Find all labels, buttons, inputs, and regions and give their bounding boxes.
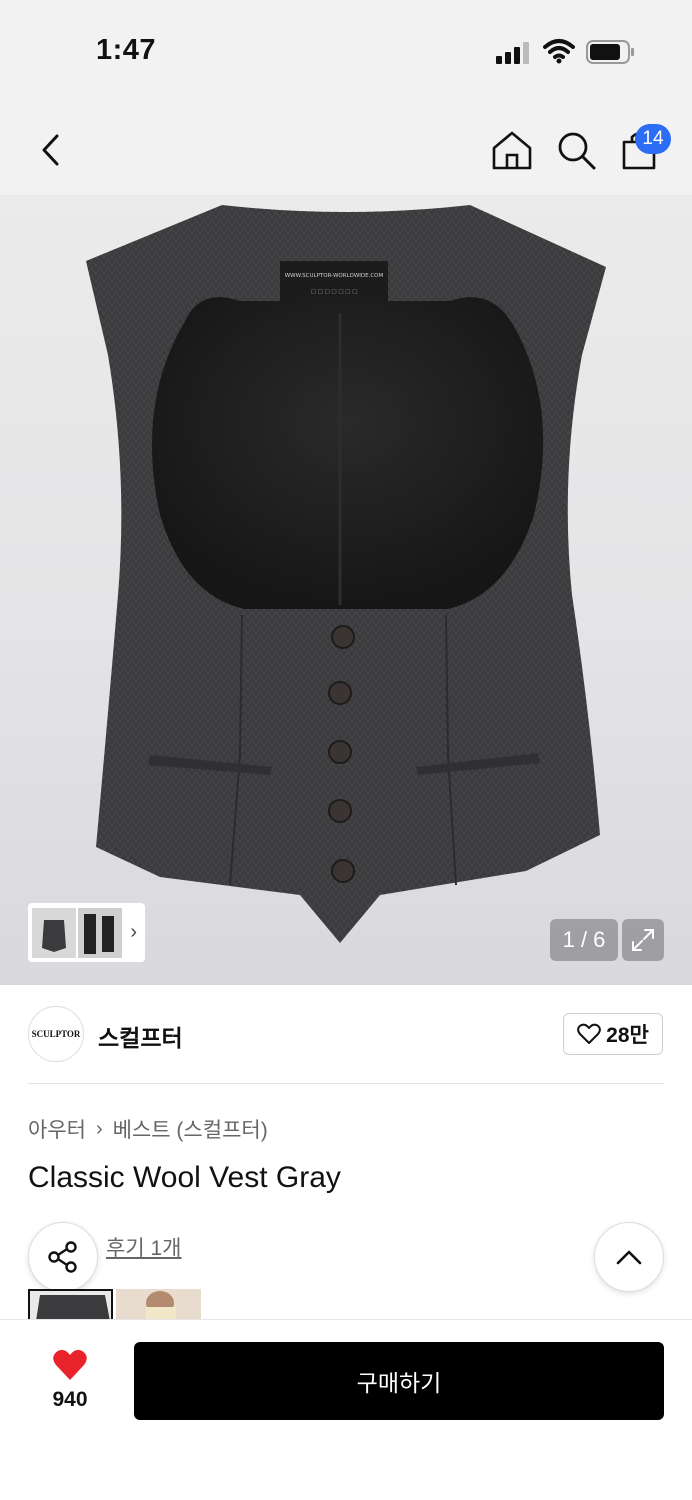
breadcrumb: 아우터 › 베스트 (스컬프터) [28, 1114, 268, 1144]
chevron-up-icon [616, 1250, 642, 1265]
like-count: 940 [52, 1388, 88, 1411]
chevron-right-icon: › [95, 1117, 103, 1140]
heart-filled-icon[interactable] [52, 1348, 88, 1382]
status-time: 1:47 [96, 34, 157, 66]
color-option-thumbnail[interactable] [28, 1289, 113, 1319]
review-link[interactable]: 후기 1개 [106, 1232, 181, 1262]
brand-row[interactable]: SCULPTOR 스컬프터 28만 [0, 985, 692, 1085]
expand-icon [632, 929, 654, 951]
share-icon [48, 1241, 77, 1273]
gallery-thumbnail[interactable] [78, 907, 122, 958]
top-navigation [0, 100, 692, 195]
gallery-thumbnail[interactable] [32, 907, 76, 958]
product-image: WWW.SCULPTOR-WORLDWIDE.COM □ □ □ □ □ □ □ [86, 205, 606, 943]
image-counter: 1 / 6 [550, 919, 618, 961]
breadcrumb-subcategory[interactable]: 베스트 (스컬프터) [113, 1114, 268, 1144]
battery-icon [586, 40, 634, 64]
brand-like-button[interactable]: 28만 [563, 1013, 663, 1055]
gallery-thumbnail-strip[interactable]: › [28, 903, 145, 962]
search-icon[interactable] [554, 128, 598, 172]
home-icon[interactable] [490, 128, 534, 172]
signal-icon [496, 42, 529, 64]
brand-like-count: 28만 [606, 1024, 649, 1047]
scroll-to-top-button[interactable] [594, 1222, 664, 1292]
share-button[interactable] [28, 1222, 98, 1292]
divider [28, 1083, 664, 1084]
product-image-gallery[interactable]: WWW.SCULPTOR-WORLDWIDE.COM □ □ □ □ □ □ □… [0, 195, 692, 985]
svg-text:□ □ □ □ □ □ □: □ □ □ □ □ □ □ [311, 289, 358, 295]
bottom-action-bar: 940 구매하기 [0, 1319, 692, 1500]
breadcrumb-category[interactable]: 아우터 [28, 1114, 86, 1144]
buy-button[interactable]: 구매하기 [134, 1342, 664, 1420]
cart-count-badge: 14 [635, 124, 671, 154]
chevron-left-icon [42, 134, 59, 166]
chevron-right-icon: › [130, 921, 137, 943]
back-button[interactable] [30, 130, 70, 170]
color-option-thumbnail[interactable] [116, 1289, 201, 1319]
expand-button[interactable] [622, 919, 664, 961]
heart-outline-icon [577, 1023, 602, 1044]
status-bar: 1:47 [0, 0, 692, 100]
garment-label-text: WWW.SCULPTOR-WORLDWIDE.COM [285, 273, 384, 279]
brand-logo[interactable]: SCULPTOR [28, 1006, 84, 1062]
brand-name[interactable]: 스컬프터 [98, 1019, 183, 1053]
wifi-icon [543, 39, 575, 64]
product-title: Classic Wool Vest Gray [28, 1161, 341, 1194]
